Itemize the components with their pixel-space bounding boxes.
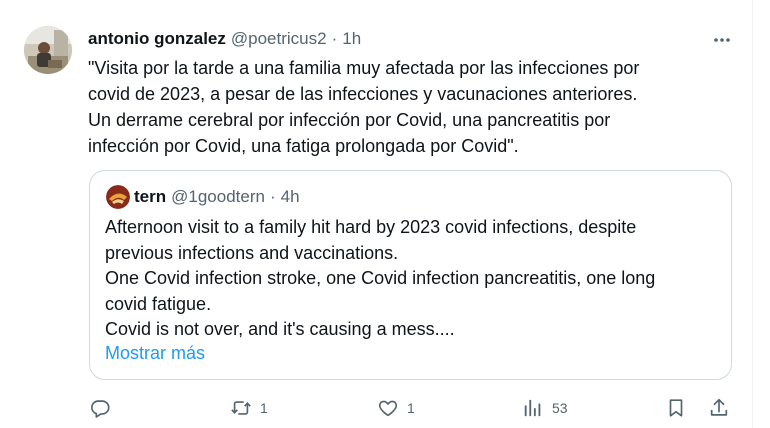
quoted-tweet[interactable]: tern @1goodtern · 4h Afternoon visit to … (89, 170, 732, 380)
quoted-text-line: Covid is not over, and it's causing a me… (105, 319, 455, 339)
timestamp[interactable]: 1h (342, 29, 361, 49)
author-handle[interactable]: @poetricus2 (231, 29, 327, 49)
tweet-text-line: "Visita por la tarde a una familia muy a… (88, 58, 640, 78)
reply-icon (91, 400, 110, 418)
more-options-button[interactable] (708, 28, 736, 52)
quoted-text-line: Afternoon visit to a family hit hard by … (105, 217, 637, 237)
quoted-author-handle[interactable]: @1goodtern (171, 187, 265, 207)
bookmark-button[interactable] (665, 396, 687, 420)
views-icon (524, 399, 541, 417)
tweet-text-line: infección por Covid, una fatiga prolonga… (88, 136, 519, 156)
author-name[interactable]: antonio gonzalez (88, 29, 226, 49)
quoted-tweet-text: Afternoon visit to a family hit hard by … (105, 215, 715, 343)
quoted-tweet-header: tern @1goodtern · 4h (106, 185, 300, 209)
reply-button[interactable] (89, 396, 111, 420)
share-icon (710, 398, 728, 416)
avatar[interactable] (24, 26, 72, 74)
views-count: 53 (552, 400, 568, 416)
quoted-avatar[interactable] (106, 185, 130, 209)
separator: · (331, 29, 338, 48)
quoted-text-line: One Covid infection stroke, one Covid in… (105, 268, 656, 288)
quoted-text-line: covid fatigue. (105, 293, 212, 314)
avatar-photo (24, 26, 72, 74)
like-button[interactable]: 1 (377, 396, 415, 420)
heart-icon (378, 400, 398, 417)
retweet-count: 1 (260, 400, 268, 416)
views-button[interactable]: 53 (522, 396, 568, 420)
quoted-avatar-photo (106, 185, 130, 209)
quoted-text-line: previous infections and vaccinations. (105, 242, 399, 263)
timeline-border (752, 0, 753, 428)
share-button[interactable] (708, 396, 730, 420)
tweet-text: "Visita por la tarde a una familia muy a… (88, 55, 728, 159)
separator: · (269, 187, 276, 206)
quoted-author-name[interactable]: tern (134, 187, 166, 207)
tweet-header: antonio gonzalez @poetricus2 · 1h (88, 28, 361, 50)
like-count: 1 (407, 400, 415, 416)
quoted-timestamp[interactable]: 4h (281, 187, 300, 207)
tweet-text-line: Un derrame cerebral por infección por Co… (88, 110, 611, 130)
retweet-button[interactable]: 1 (230, 396, 268, 420)
show-more-link[interactable]: Mostrar más (105, 343, 205, 364)
retweet-icon (231, 401, 251, 415)
more-icon (714, 38, 730, 42)
tweet-text-line: covid de 2023, a pesar de las infeccione… (88, 84, 638, 104)
bookmark-icon (669, 399, 683, 417)
